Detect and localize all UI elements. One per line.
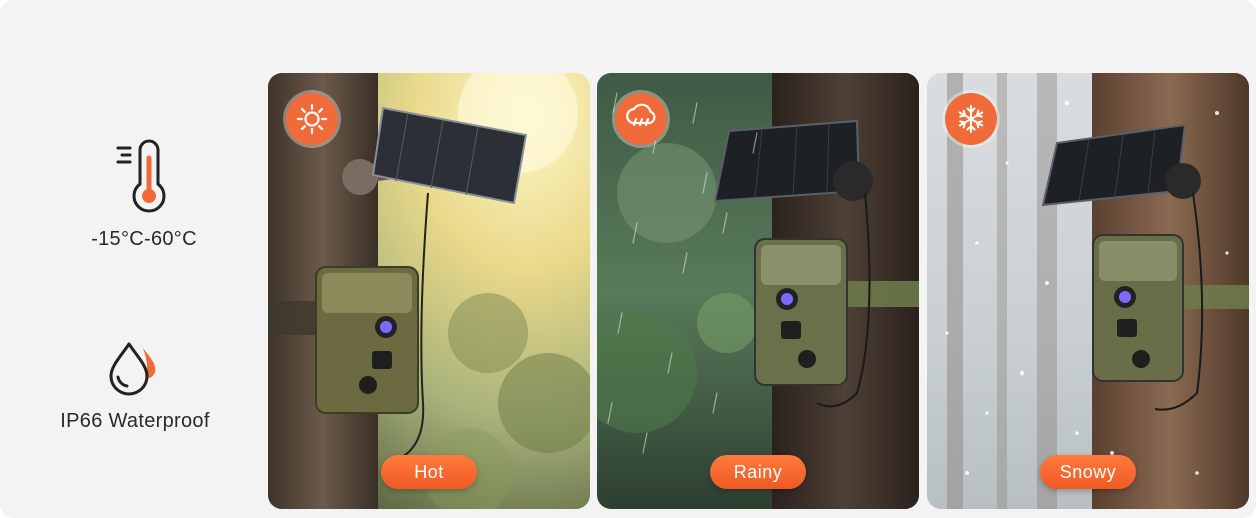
- waterproof-rating-label: IP66 Waterproof: [60, 410, 210, 432]
- snowy-badge: [945, 93, 997, 145]
- water-drop-icon: [109, 342, 156, 396]
- sun-icon: [296, 103, 328, 135]
- waterproof-feature: IP66 Waterproof: [35, 340, 235, 433]
- snowflake-icon: [958, 105, 984, 133]
- snowy-label: Snowy: [1040, 455, 1136, 489]
- weather-features-banner: -15°C-60°C IP66 Waterproof Hot Rainy Sno…: [0, 0, 1256, 518]
- rainy-label: Rainy: [710, 455, 806, 489]
- hot-badge: [286, 93, 338, 145]
- temperature-range-label: -15°C-60°C: [91, 228, 197, 250]
- rainy-badge: [615, 93, 667, 145]
- temperature-feature: -15°C-60°C: [44, 138, 244, 251]
- hot-weather-panel: Hot: [268, 73, 590, 509]
- rain-cloud-icon: [626, 103, 656, 127]
- thermometer-icon: [116, 139, 166, 213]
- rainy-weather-panel: Rainy: [597, 73, 919, 509]
- snowy-weather-panel: Snowy: [927, 73, 1249, 509]
- hot-label: Hot: [381, 455, 477, 489]
